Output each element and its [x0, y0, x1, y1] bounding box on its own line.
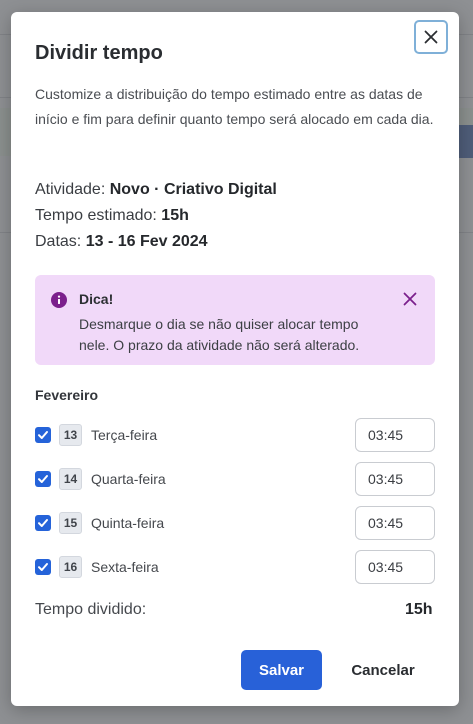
dialog-description: Customize a distribuição do tempo estima…	[35, 86, 434, 127]
close-icon	[424, 30, 438, 44]
day-row: 16 Sexta-feira	[35, 550, 435, 584]
activity-line: Atividade: Novo · Criativo Digital	[35, 181, 277, 199]
split-time-dialog: Dividir tempo Customize a distribuição d…	[11, 12, 459, 706]
total-value: 15h	[405, 601, 433, 618]
check-icon	[38, 475, 48, 483]
dialog-title: Dividir tempo	[35, 42, 163, 64]
day-name: Quarta-feira	[91, 471, 166, 487]
estimate-line: Tempo estimado: 15h	[35, 207, 189, 225]
day-checkbox[interactable]	[35, 559, 51, 575]
day-time-input[interactable]	[355, 462, 435, 496]
tip-banner: Dica! Desmarque o dia se não quiser aloc…	[35, 275, 435, 365]
day-time-input[interactable]	[355, 418, 435, 452]
day-row: 13 Terça-feira	[35, 418, 435, 452]
estimate-label: Tempo estimado:	[35, 207, 157, 224]
day-row: 14 Quarta-feira	[35, 462, 435, 496]
save-button[interactable]: Salvar	[241, 650, 322, 690]
day-number-badge: 13	[59, 424, 82, 446]
day-checkbox[interactable]	[35, 471, 51, 487]
tip-text: Desmarque o dia se não quiser alocar tem…	[79, 316, 360, 353]
day-name: Sexta-feira	[91, 559, 159, 575]
day-number-badge: 14	[59, 468, 82, 490]
info-icon	[51, 292, 67, 308]
activity-value: Novo · Criativo Digital	[109, 181, 277, 198]
dates-line: Datas: 13 - 16 Fev 2024	[35, 233, 208, 251]
tip-close-icon[interactable]	[402, 291, 418, 307]
month-heading: Fevereiro	[35, 387, 99, 403]
day-checkbox[interactable]	[35, 515, 51, 531]
check-icon	[38, 431, 48, 439]
day-name: Quinta-feira	[91, 515, 165, 531]
close-button[interactable]	[414, 20, 448, 54]
day-number-badge: 16	[59, 556, 82, 578]
dates-label: Datas:	[35, 233, 82, 250]
day-number-badge: 15	[59, 512, 82, 534]
day-time-input[interactable]	[355, 550, 435, 584]
dates-value: 13 - 16 Fev 2024	[85, 233, 208, 250]
tip-title: Dica!	[79, 291, 114, 307]
activity-label: Atividade:	[35, 181, 106, 198]
day-checkbox[interactable]	[35, 427, 51, 443]
check-icon	[38, 519, 48, 527]
check-icon	[38, 563, 48, 571]
day-time-input[interactable]	[355, 506, 435, 540]
day-name: Terça-feira	[91, 427, 158, 443]
cancel-button[interactable]: Cancelar	[338, 650, 428, 690]
estimate-value: 15h	[161, 207, 189, 224]
total-label: Tempo dividido:	[35, 601, 147, 618]
day-row: 15 Quinta-feira	[35, 506, 435, 540]
